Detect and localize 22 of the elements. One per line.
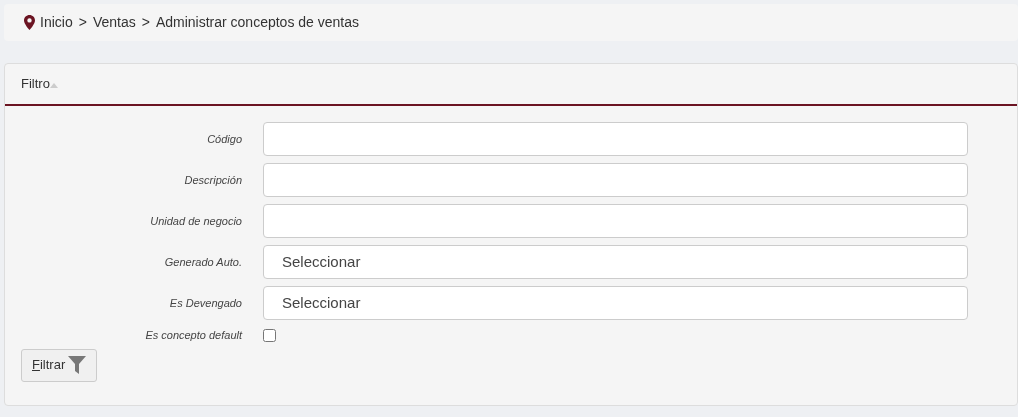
select-field[interactable]: Seleccionar	[263, 286, 968, 320]
select-field[interactable]: Seleccionar	[263, 245, 968, 279]
panel-title[interactable]: Filtro	[21, 74, 50, 94]
field-label: Es Devengado	[168, 295, 243, 311]
breadcrumb-link[interactable]: Ventas	[92, 12, 136, 33]
input-field[interactable]	[263, 204, 968, 238]
map-pin-icon	[24, 15, 35, 30]
breadcrumb-current: Administrar conceptos de ventas	[155, 13, 359, 32]
field-label: Unidad de negocio	[149, 213, 243, 229]
field-label: Generado Auto.	[163, 254, 243, 270]
filter-button[interactable]: Filtrar	[21, 348, 98, 382]
field-label: Descripción	[183, 172, 243, 188]
input-field[interactable]	[263, 122, 968, 156]
input-field[interactable]	[263, 163, 968, 197]
breadcrumb-link[interactable]: Inicio	[40, 12, 73, 33]
checkbox[interactable]	[263, 328, 276, 342]
funnel-icon	[68, 356, 87, 374]
breadcrumb-separator: >	[78, 13, 87, 32]
breadcrumb-separator: >	[141, 13, 150, 32]
field-label: Código	[206, 131, 243, 147]
field-label: Es concepto default	[144, 328, 244, 343]
caret-up-icon[interactable]	[49, 82, 58, 88]
